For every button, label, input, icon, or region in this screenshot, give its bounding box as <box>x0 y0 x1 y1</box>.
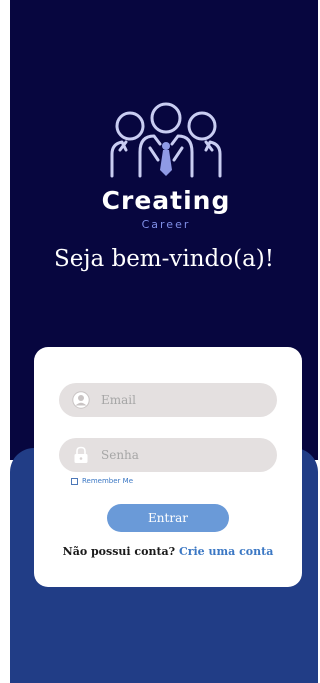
remember-me-checkbox[interactable] <box>71 477 78 485</box>
brand-logo: Creating Career <box>96 98 236 243</box>
login-button[interactable]: Entrar <box>107 504 229 532</box>
brand-name: Creating <box>101 186 231 215</box>
signup-prompt: Não possui conta? <box>62 545 176 558</box>
login-screen: Creating Career Seja bem-vindo(a)! Email… <box>10 0 318 683</box>
signup-row: Não possui conta? Crie uma conta <box>34 545 302 558</box>
password-input[interactable] <box>99 447 263 463</box>
login-card: Remember Me Entrar Não possui conta? Cri… <box>34 347 302 587</box>
user-avatar-icon <box>71 390 91 410</box>
password-field[interactable] <box>59 438 277 472</box>
signup-link[interactable]: Crie uma conta <box>179 545 273 558</box>
welcome-heading: Seja bem-vindo(a)! <box>53 246 275 272</box>
brand-subtitle: Career <box>141 218 191 231</box>
remember-me[interactable]: Remember Me <box>71 477 133 485</box>
team-people-icon <box>110 102 222 178</box>
lock-icon <box>71 445 91 465</box>
email-input[interactable] <box>99 392 263 408</box>
email-field[interactable] <box>59 383 277 417</box>
remember-me-label: Remember Me <box>82 477 133 485</box>
